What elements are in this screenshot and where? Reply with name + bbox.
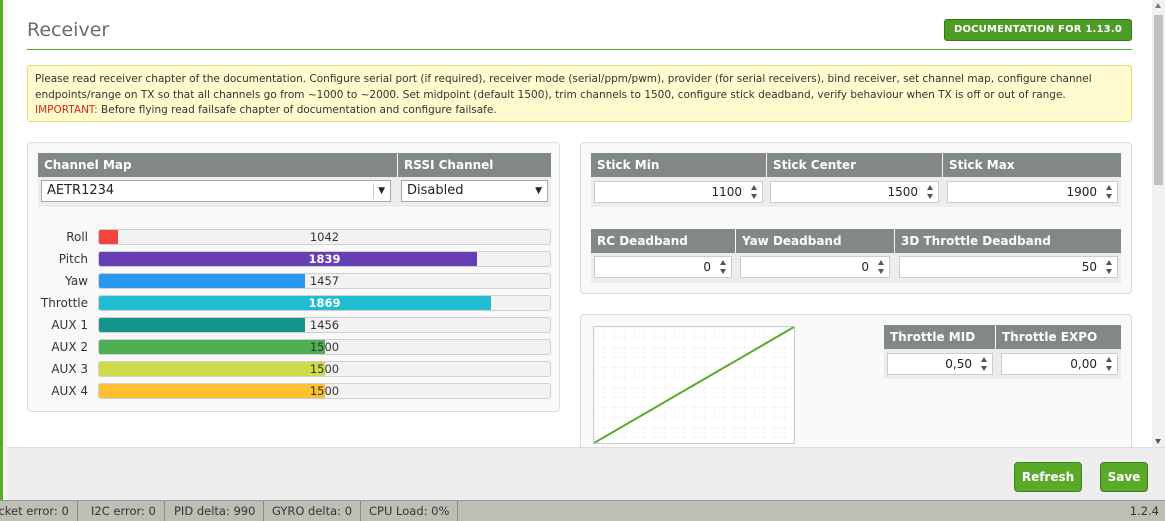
channel-value: 1500 bbox=[309, 362, 340, 376]
status-packet-error: Packet error: 0 bbox=[0, 501, 78, 521]
channel-value: 1042 bbox=[309, 230, 340, 244]
throttle3d-deadband-value: 50 bbox=[1081, 260, 1097, 274]
throttle-curve-graph bbox=[593, 326, 795, 444]
throttle-mid-header: Throttle MID bbox=[884, 325, 995, 349]
note-line-3: IMPORTANT: Before flying read failsafe c… bbox=[35, 103, 1124, 119]
throttle-expo-header: Throttle EXPO bbox=[996, 325, 1121, 349]
receiver-help-note: Please read receiver chapter of the docu… bbox=[27, 65, 1132, 122]
channel-bar: 1456 bbox=[98, 317, 551, 333]
receiver-tab-content: Receiver DOCUMENTATION FOR 1.13.0 Please… bbox=[7, 0, 1152, 447]
channel-value: 1500 bbox=[309, 340, 340, 354]
stick-max-header: Stick Max bbox=[943, 153, 1121, 177]
channel-label: Roll bbox=[66, 230, 88, 244]
throttle-mid-input[interactable]: 0,50 bbox=[887, 353, 993, 375]
status-bar: Packet error: 0 I2C error: 0 PID delta: … bbox=[0, 500, 1165, 521]
note-line-1: Please read receiver chapter of the docu… bbox=[35, 73, 1092, 85]
channel-label: Throttle bbox=[40, 296, 88, 310]
rssi-channel-header: RSSI Channel bbox=[398, 153, 551, 177]
channel-map-select[interactable]: AETR1234 ▼ bbox=[41, 180, 391, 202]
channel-value: 1457 bbox=[309, 274, 340, 288]
status-gyro-delta: GYRO delta: 0 bbox=[264, 501, 362, 521]
spinner-icon[interactable] bbox=[1105, 184, 1114, 200]
throttle-expo-value: 0,00 bbox=[1070, 357, 1097, 371]
save-button[interactable]: Save bbox=[1100, 462, 1148, 492]
channel-label: AUX 2 bbox=[51, 340, 88, 354]
rc-deadband-input[interactable]: 0 bbox=[594, 256, 732, 278]
select-separator bbox=[373, 183, 374, 199]
throttle-mid-value: 0,50 bbox=[945, 357, 972, 371]
channel-value: 1500 bbox=[309, 384, 340, 398]
throttle-curve-panel: Throttle MID Throttle EXPO 0,50 0,00 bbox=[580, 314, 1132, 447]
channel-bar: 1042 bbox=[98, 229, 551, 245]
channel-bar: 1500 bbox=[98, 383, 551, 399]
scroll-down-icon[interactable] bbox=[1155, 439, 1161, 444]
channel-map-header: Channel Map bbox=[38, 153, 397, 177]
status-pid-delta: PID delta: 990 bbox=[166, 501, 265, 521]
note-line-2: endpoints/range on TX so that all channe… bbox=[35, 88, 1066, 101]
status-cpu-load: CPU Load: 0% bbox=[361, 501, 459, 521]
channel-label: Yaw bbox=[65, 274, 88, 288]
stick-center-input[interactable]: 1500 bbox=[770, 181, 939, 203]
documentation-button[interactable]: DOCUMENTATION FOR 1.13.0 bbox=[943, 19, 1132, 41]
stick-center-value: 1500 bbox=[887, 185, 918, 199]
spinner-icon[interactable] bbox=[750, 184, 759, 200]
spinner-icon[interactable] bbox=[719, 259, 728, 275]
channel-bar: 1839 bbox=[98, 251, 551, 267]
channel-bar: 1500 bbox=[98, 361, 551, 377]
rssi-channel-value: Disabled bbox=[407, 183, 464, 198]
rc-deadband-header: RC Deadband bbox=[591, 229, 735, 253]
throttle3d-deadband-header: 3D Throttle Deadband bbox=[895, 229, 1121, 253]
stick-settings-panel: Stick Min Stick Center Stick Max 1100 15… bbox=[580, 142, 1132, 294]
throttle3d-deadband-input[interactable]: 50 bbox=[899, 256, 1118, 278]
spinner-icon[interactable] bbox=[877, 259, 886, 275]
channel-label: AUX 1 bbox=[51, 318, 88, 332]
important-text: Before flying read failsafe chapter of d… bbox=[97, 104, 497, 116]
vertical-scrollbar[interactable] bbox=[1152, 0, 1165, 447]
stick-center-header: Stick Center bbox=[767, 153, 942, 177]
channel-label: AUX 3 bbox=[51, 362, 88, 376]
stick-min-value: 1100 bbox=[711, 185, 742, 199]
page-title: Receiver bbox=[27, 19, 110, 41]
channel-label: AUX 4 bbox=[51, 384, 88, 398]
chevron-down-icon: ▼ bbox=[535, 186, 542, 196]
important-label: IMPORTANT: bbox=[35, 104, 98, 116]
yaw-deadband-header: Yaw Deadband bbox=[736, 229, 894, 253]
stick-min-input[interactable]: 1100 bbox=[594, 181, 763, 203]
spinner-icon[interactable] bbox=[926, 184, 935, 200]
rc-deadband-value: 0 bbox=[703, 260, 711, 274]
channel-value: 1456 bbox=[309, 318, 340, 332]
spinner-icon[interactable] bbox=[1105, 356, 1114, 372]
stick-min-header: Stick Min bbox=[591, 153, 766, 177]
channel-value: 1839 bbox=[308, 252, 341, 266]
spinner-icon[interactable] bbox=[980, 356, 989, 372]
yaw-deadband-value: 0 bbox=[861, 260, 869, 274]
firmware-version: 1.2.4 bbox=[1129, 504, 1159, 518]
scrollbar-thumb[interactable] bbox=[1154, 15, 1163, 185]
channel-map-value: AETR1234 bbox=[47, 183, 115, 198]
channels-panel: Channel Map RSSI Channel AETR1234 ▼ Disa… bbox=[27, 142, 560, 412]
channel-value: 1869 bbox=[308, 296, 341, 310]
throttle-curve-svg bbox=[593, 326, 795, 444]
page-header: Receiver DOCUMENTATION FOR 1.13.0 bbox=[27, 17, 1132, 50]
channel-bar: 1869 bbox=[98, 295, 551, 311]
throttle-expo-input[interactable]: 0,00 bbox=[1001, 353, 1118, 375]
yaw-deadband-input[interactable]: 0 bbox=[740, 256, 890, 278]
rssi-channel-select[interactable]: Disabled ▼ bbox=[401, 180, 548, 202]
channel-bar: 1457 bbox=[98, 273, 551, 289]
channel-label: Pitch bbox=[58, 252, 88, 266]
refresh-button[interactable]: Refresh bbox=[1014, 462, 1082, 492]
status-i2c-error: I2C error: 0 bbox=[83, 501, 165, 521]
stick-max-value: 1900 bbox=[1066, 185, 1097, 199]
scroll-up-icon[interactable] bbox=[1155, 3, 1161, 8]
stick-max-input[interactable]: 1900 bbox=[947, 181, 1118, 203]
action-bar: Refresh Save bbox=[7, 447, 1165, 500]
channel-bar: 1500 bbox=[98, 339, 551, 355]
spinner-icon[interactable] bbox=[1105, 259, 1114, 275]
chevron-down-icon: ▼ bbox=[378, 186, 385, 196]
